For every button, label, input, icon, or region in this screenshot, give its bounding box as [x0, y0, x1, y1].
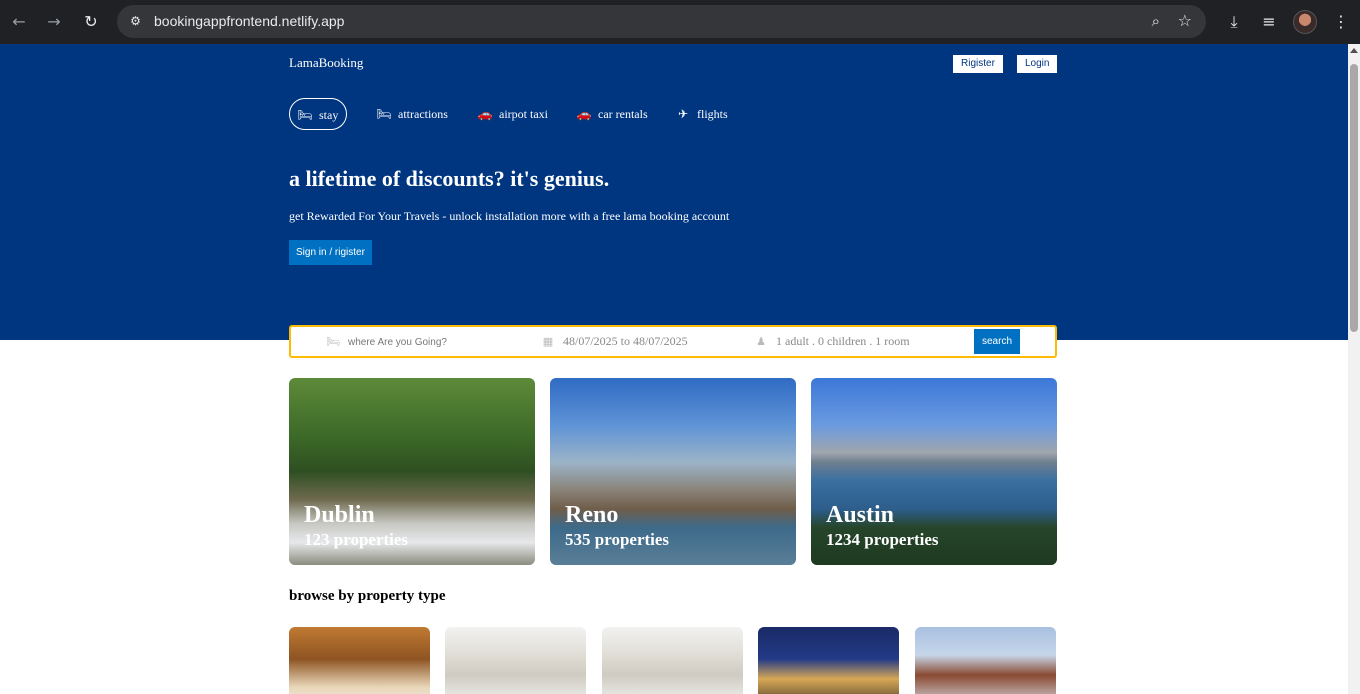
bed-icon: 🛏: [326, 335, 340, 348]
property-type-card[interactable]: [602, 627, 743, 694]
city-name: Dublin: [304, 502, 375, 528]
city-card-austin[interactable]: Austin 1234 properties: [811, 378, 1057, 565]
hero-subtitle: get Rewarded For Your Travels - unlock i…: [289, 209, 730, 223]
site-settings-icon[interactable]: ⚙: [127, 13, 144, 30]
search-bar: 🛏 ▦ 48/07/2025 to 48/07/2025 ♟ 1 adult . 0…: [289, 325, 1057, 358]
tab-flights[interactable]: ✈ flights: [675, 98, 728, 130]
page-scrollbar[interactable]: [1348, 44, 1360, 694]
logo[interactable]: LamaBooking: [289, 55, 363, 71]
date-field[interactable]: ▦ 48/07/2025 to 48/07/2025: [541, 327, 688, 356]
tab-label: airpot taxi: [499, 107, 548, 121]
tab-airport-taxi[interactable]: 🚗 airpot taxi: [477, 98, 548, 130]
city-name: Austin: [826, 502, 895, 528]
city-properties: 1234 properties: [826, 530, 939, 549]
search-button[interactable]: search: [974, 329, 1021, 354]
menu-kebab-icon[interactable]: ⋮: [1329, 10, 1353, 34]
property-type-title: browse by property type: [289, 588, 446, 604]
calendar-icon: ▦: [542, 335, 554, 348]
scroll-up-icon[interactable]: [1350, 48, 1358, 53]
hero-header: LamaBooking Rigister Login 🛏 stay 🛏 attrac…: [0, 44, 1348, 340]
signin-register-button[interactable]: Sign in / rigister: [289, 240, 372, 265]
property-type-card[interactable]: [289, 627, 430, 694]
zoom-icon[interactable]: ⌕: [1152, 12, 1160, 30]
destination-field[interactable]: 🛏: [326, 327, 518, 356]
bed-icon: 🛏: [376, 107, 392, 121]
city-card-dublin[interactable]: Dublin 123 properties: [289, 378, 535, 565]
download-icon[interactable]: ⤓: [1222, 10, 1246, 34]
tab-car-rentals[interactable]: 🚗 car rentals: [576, 98, 648, 130]
plane-icon: ✈: [677, 107, 689, 121]
property-type-list: [289, 627, 1057, 694]
address-bar[interactable]: ⚙ bookingappfrontend.netlify.app ⌕ ☆: [117, 5, 1206, 38]
car-icon: 🚗: [477, 107, 493, 121]
hero-title: a lifetime of discounts? it's genius.: [289, 166, 610, 191]
tab-label: flights: [697, 107, 728, 121]
car-icon: 🚗: [576, 107, 592, 121]
date-range-text[interactable]: 48/07/2025 to 48/07/2025: [563, 334, 688, 348]
login-button[interactable]: Login: [1017, 55, 1058, 73]
city-properties: 123 properties: [304, 530, 409, 549]
tab-label: stay: [319, 108, 339, 122]
tab-label: attractions: [398, 107, 448, 121]
city-card-reno[interactable]: Reno 535 properties: [550, 378, 796, 565]
city-properties: 535 properties: [565, 530, 670, 549]
reading-list-icon[interactable]: ≡: [1257, 10, 1281, 34]
bookmark-star-icon[interactable]: ☆: [1178, 11, 1192, 30]
register-button[interactable]: Rigister: [953, 55, 1003, 73]
forward-icon[interactable]: →: [42, 10, 66, 34]
page-content: LamaBooking Rigister Login 🛏 stay 🛏 attrac…: [0, 44, 1348, 694]
tab-attractions[interactable]: 🛏 attractions: [376, 98, 448, 130]
browser-toolbar: ← → ↻ ⚙ bookingappfrontend.netlify.app ⌕…: [0, 0, 1360, 44]
property-type-card[interactable]: [758, 627, 899, 694]
city-name: Reno: [565, 502, 619, 528]
destination-input[interactable]: [348, 337, 518, 348]
tab-label: car rentals: [598, 107, 648, 121]
tab-stay[interactable]: 🛏 stay: [289, 98, 347, 130]
scrollbar-thumb[interactable]: [1350, 64, 1358, 332]
person-icon: ♟: [756, 335, 766, 348]
bed-icon: 🛏: [297, 108, 313, 122]
profile-avatar[interactable]: [1293, 10, 1317, 34]
property-type-card[interactable]: [915, 627, 1056, 694]
guests-text[interactable]: 1 adult . 0 children . 1 room: [776, 334, 910, 348]
property-type-card[interactable]: [445, 627, 586, 694]
back-icon[interactable]: ←: [7, 10, 31, 34]
url-text[interactable]: bookingappfrontend.netlify.app: [154, 13, 344, 30]
guests-field[interactable]: ♟ 1 adult . 0 children . 1 room: [754, 327, 910, 356]
reload-icon[interactable]: ↻: [79, 10, 103, 34]
featured-cities: Dublin 123 properties Reno 535 propertie…: [289, 378, 1057, 565]
